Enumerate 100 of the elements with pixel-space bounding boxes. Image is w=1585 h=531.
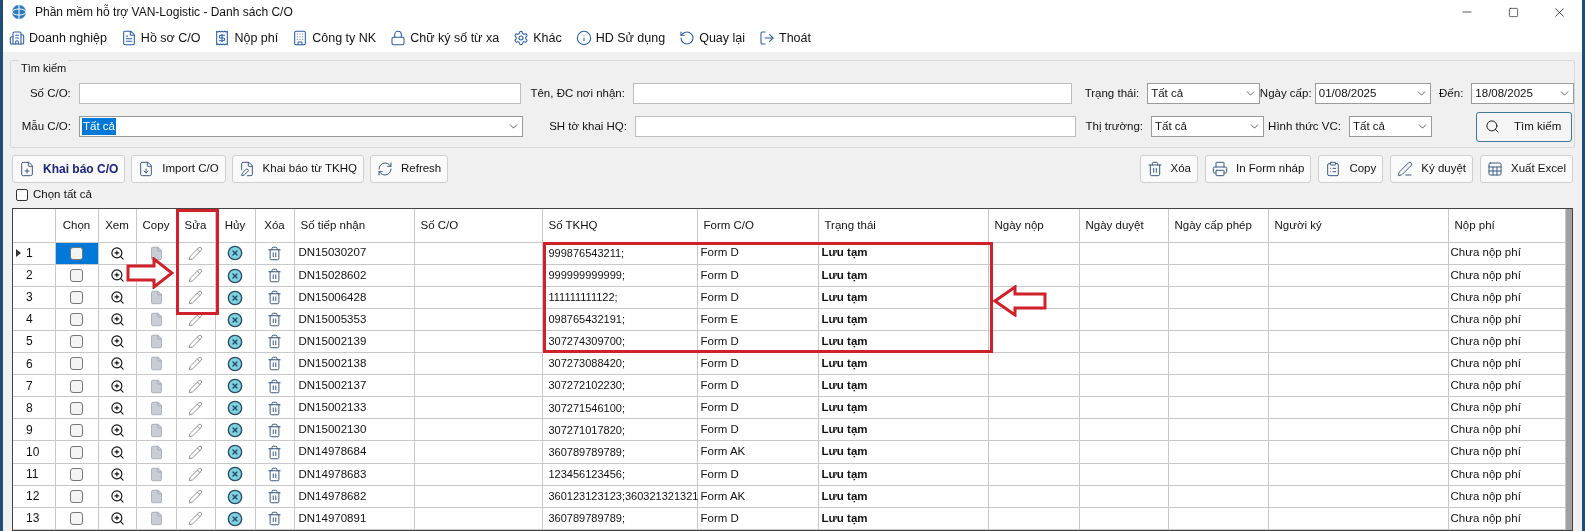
row-header[interactable]: 1 (13, 242, 55, 265)
menu-item[interactable]: Công ty NK (292, 28, 377, 48)
dropdown[interactable]: Tất cả (1151, 116, 1264, 137)
toolbar-button[interactable]: Xuất Excel (1480, 155, 1573, 183)
row-checkbox[interactable] (70, 490, 83, 504)
zoom-in-icon[interactable] (109, 400, 125, 416)
trash-icon[interactable] (267, 489, 282, 505)
dropdown[interactable]: Tất cả (1349, 116, 1432, 137)
column-header[interactable]: Xem (98, 209, 136, 242)
column-header[interactable]: Form C/O (697, 209, 818, 242)
trash-icon[interactable] (267, 356, 282, 372)
cancel-circle-icon[interactable] (227, 466, 243, 483)
zoom-in-icon[interactable] (109, 467, 125, 482)
input-field[interactable] (632, 83, 1073, 104)
dropdown[interactable]: Tất cả (1147, 83, 1260, 104)
menu-item[interactable]: Nộp phí (214, 28, 279, 48)
toolbar-button[interactable]: Xóa (1139, 155, 1198, 183)
cancel-circle-icon[interactable] (227, 400, 243, 417)
trash-icon[interactable] (267, 312, 282, 328)
menu-item[interactable]: Thoát (759, 28, 811, 48)
column-header[interactable]: Xóa (255, 209, 294, 242)
toolbar-button[interactable]: Khai báo C/O (12, 155, 126, 183)
menu-item[interactable]: Hồ sơ C/O (120, 28, 201, 48)
zoom-in-icon[interactable] (109, 489, 125, 505)
row-header[interactable]: 13 (13, 507, 55, 530)
row-checkbox[interactable] (70, 423, 83, 437)
column-header[interactable]: Ngày duyệt (1079, 209, 1168, 242)
row-checkbox[interactable] (70, 313, 83, 327)
row-checkbox[interactable] (70, 379, 83, 393)
row-header[interactable]: 7 (13, 374, 55, 397)
cancel-circle-icon[interactable] (227, 289, 243, 306)
cancel-circle-icon[interactable] (227, 267, 243, 284)
checkbox[interactable] (16, 189, 28, 201)
pencil-icon[interactable] (188, 378, 203, 394)
row-checkbox[interactable] (70, 468, 83, 481)
row-checkbox[interactable] (70, 246, 83, 260)
row-header[interactable]: 8 (13, 396, 55, 419)
pencil-icon[interactable] (188, 312, 203, 328)
row-header[interactable]: 4 (13, 308, 55, 331)
pencil-icon[interactable] (188, 467, 203, 482)
row-checkbox[interactable] (70, 269, 83, 282)
zoom-in-icon[interactable] (109, 268, 125, 283)
pencil-icon[interactable] (188, 400, 203, 416)
row-header[interactable]: 2 (13, 264, 55, 287)
cancel-circle-icon[interactable] (227, 355, 243, 372)
row-checkbox[interactable] (70, 357, 83, 371)
menu-item[interactable]: Chữ ký số từ xa (390, 28, 500, 48)
dropdown[interactable]: Tất cả (79, 116, 523, 137)
input-field[interactable] (78, 83, 522, 104)
pencil-icon[interactable] (188, 245, 203, 261)
row-header[interactable]: 10 (13, 441, 55, 464)
row-checkbox[interactable] (70, 445, 83, 459)
trash-icon[interactable] (267, 422, 282, 438)
trash-icon[interactable] (267, 268, 282, 283)
pencil-icon[interactable] (188, 422, 203, 438)
pencil-icon[interactable] (188, 290, 203, 306)
dropdown[interactable]: 18/08/2025 (1471, 83, 1574, 104)
cancel-circle-icon[interactable] (227, 510, 243, 527)
pencil-icon[interactable] (188, 511, 203, 527)
row-header[interactable]: 6 (13, 352, 55, 375)
zoom-in-icon[interactable] (109, 290, 125, 306)
row-checkbox[interactable] (70, 335, 83, 349)
column-header[interactable]: Sửa (176, 209, 215, 242)
column-header[interactable]: Copy (136, 209, 176, 242)
toolbar-button[interactable]: Refresh (370, 155, 449, 183)
pencil-icon[interactable] (188, 356, 203, 372)
row-header[interactable]: 12 (13, 485, 55, 508)
zoom-in-icon[interactable] (109, 312, 125, 328)
column-header[interactable]: Trạng thái (818, 209, 988, 242)
column-header[interactable]: Chọn (55, 209, 98, 242)
row-checkbox[interactable] (70, 401, 83, 415)
trash-icon[interactable] (267, 290, 282, 306)
zoom-in-icon[interactable] (109, 356, 125, 372)
trash-icon[interactable] (267, 378, 282, 394)
row-checkbox[interactable] (70, 512, 83, 526)
trash-icon[interactable] (267, 511, 282, 527)
pencil-icon[interactable] (188, 489, 203, 505)
column-header[interactable]: Ngày nộp (988, 209, 1079, 242)
cancel-circle-icon[interactable] (227, 444, 243, 461)
column-header[interactable]: Nộp phí (1448, 209, 1565, 242)
zoom-in-icon[interactable] (109, 245, 125, 261)
cancel-circle-icon[interactable] (227, 245, 243, 262)
menu-item[interactable]: HD Sử dụng (575, 28, 666, 48)
trash-icon[interactable] (267, 444, 282, 460)
select-all-checkbox[interactable]: Chọn tất cả (16, 187, 1582, 203)
cancel-circle-icon[interactable] (227, 311, 243, 328)
toolbar-button[interactable]: Ký duyệt (1390, 155, 1473, 183)
trash-icon[interactable] (267, 467, 282, 482)
trash-icon[interactable] (267, 400, 282, 416)
input-field[interactable] (635, 116, 1076, 137)
dropdown[interactable]: 01/08/2025 (1314, 83, 1432, 104)
zoom-in-icon[interactable] (109, 511, 125, 527)
toolbar-button[interactable]: In Form nháp (1205, 155, 1312, 183)
row-header[interactable]: 11 (13, 463, 55, 486)
row-header[interactable]: 5 (13, 330, 55, 353)
column-header[interactable]: Người ký (1268, 209, 1448, 242)
toolbar-button[interactable]: Copy (1318, 155, 1384, 183)
toolbar-button[interactable]: Import C/O (131, 155, 226, 183)
column-header[interactable]: Số tiếp nhận (294, 209, 414, 242)
zoom-in-icon[interactable] (109, 334, 125, 350)
